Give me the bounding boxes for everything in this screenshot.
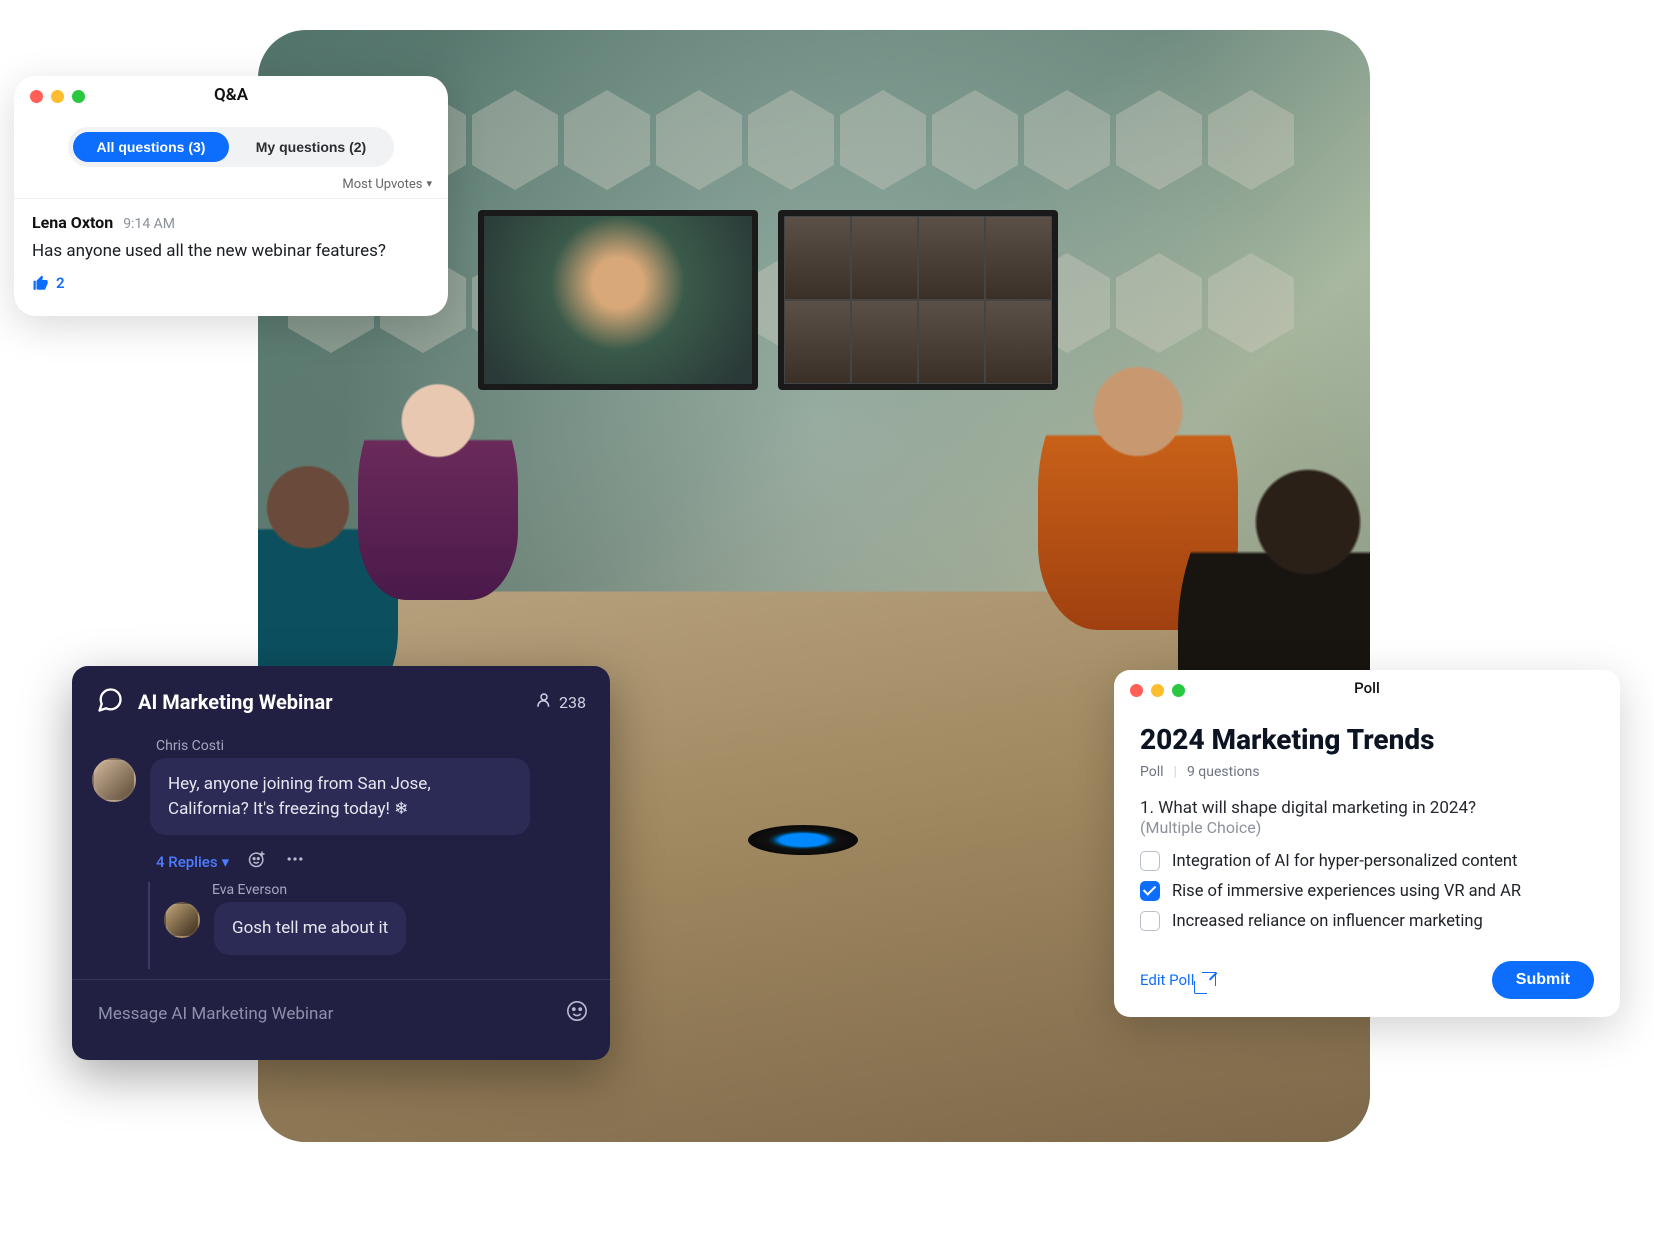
- poll-option-label: Rise of immersive experiences using VR a…: [1172, 882, 1521, 901]
- poll-subheading: Poll | 9 questions: [1140, 764, 1594, 780]
- chat-header: AI Marketing Webinar 238: [72, 666, 610, 732]
- qa-panel: Q&A All questions (3) My questions (2) M…: [14, 76, 448, 316]
- poll-question: 1. What will shape digital marketing in …: [1140, 798, 1594, 818]
- replies-label: 4 Replies: [156, 853, 218, 871]
- edit-poll-label: Edit Poll: [1140, 971, 1194, 989]
- chevron-down-icon: ▾: [426, 177, 432, 192]
- poll-type-label: Poll: [1140, 764, 1164, 780]
- wall-display-gallery: [778, 210, 1058, 390]
- sort-label: Most Upvotes: [342, 177, 422, 192]
- emoji-picker-button[interactable]: [566, 1000, 588, 1028]
- poll-option[interactable]: Increased reliance on influencer marketi…: [1140, 911, 1594, 931]
- poll-window-title: Poll: [1114, 679, 1620, 697]
- tab-all-questions[interactable]: All questions (3): [73, 132, 229, 162]
- message-sender: Eva Everson: [212, 882, 590, 898]
- participant-count-value: 238: [559, 693, 586, 712]
- poll-option-label: Integration of AI for hyper-personalized…: [1172, 852, 1517, 871]
- chat-bubble-icon: [96, 686, 124, 718]
- chevron-down-icon: ▾: [222, 853, 230, 871]
- external-link-icon: [1202, 972, 1216, 986]
- reply-thread: Eva Everson Gosh tell me about it: [148, 882, 590, 969]
- poll-option[interactable]: Rise of immersive experiences using VR a…: [1140, 881, 1594, 901]
- qa-author-name: Lena Oxton: [32, 213, 113, 232]
- qa-timestamp: 9:14 AM: [123, 216, 175, 232]
- poll-options: Integration of AI for hyper-personalized…: [1140, 851, 1594, 931]
- more-options-button[interactable]: [285, 849, 305, 874]
- upvote-count: 2: [56, 274, 65, 292]
- add-reaction-button[interactable]: [247, 849, 267, 874]
- checkbox-checked-icon: [1140, 881, 1160, 901]
- message-sender: Chris Costi: [156, 738, 590, 754]
- edit-poll-link[interactable]: Edit Poll: [1140, 971, 1216, 989]
- poll-option-label: Increased reliance on influencer marketi…: [1172, 912, 1483, 931]
- poll-heading: 2024 Marketing Trends: [1140, 723, 1594, 756]
- chat-panel: AI Marketing Webinar 238 Chris Costi Hey…: [72, 666, 610, 1060]
- submit-button[interactable]: Submit: [1492, 961, 1594, 999]
- wall-display-speaker: [478, 210, 758, 390]
- thumbs-up-icon: [32, 274, 50, 292]
- divider: |: [1174, 764, 1177, 780]
- message-composer[interactable]: Message AI Marketing Webinar: [72, 979, 610, 1060]
- person-icon: [535, 691, 553, 713]
- sort-dropdown[interactable]: Most Upvotes ▾: [14, 167, 448, 198]
- avatar[interactable]: [92, 758, 136, 802]
- poll-option[interactable]: Integration of AI for hyper-personalized…: [1140, 851, 1594, 871]
- poll-question-hint: (Multiple Choice): [1140, 818, 1594, 837]
- qa-window-title: Q&A: [14, 85, 448, 105]
- conference-mic-pod: [748, 825, 858, 855]
- avatar[interactable]: [164, 902, 200, 938]
- poll-question-count: 9 questions: [1187, 764, 1260, 780]
- checkbox-icon: [1140, 851, 1160, 871]
- message-actions: 4 Replies ▾: [156, 849, 590, 874]
- checkbox-icon: [1140, 911, 1160, 931]
- replies-toggle[interactable]: 4 Replies ▾: [156, 853, 229, 871]
- participant-silhouette: [358, 370, 518, 600]
- chat-message: Eva Everson Gosh tell me about it: [164, 882, 590, 955]
- upvote-button[interactable]: 2: [32, 274, 65, 292]
- message-bubble: Gosh tell me about it: [214, 902, 406, 955]
- chat-title: AI Marketing Webinar: [138, 690, 521, 714]
- chat-message: Chris Costi Hey, anyone joining from San…: [92, 738, 590, 969]
- composer-placeholder: Message AI Marketing Webinar: [98, 1004, 556, 1024]
- chat-thread: Chris Costi Hey, anyone joining from San…: [72, 738, 610, 979]
- tab-my-questions[interactable]: My questions (2): [233, 132, 389, 162]
- qa-tabs: All questions (3) My questions (2): [68, 127, 394, 167]
- message-bubble: Hey, anyone joining from San Jose, Calif…: [150, 758, 530, 835]
- participant-count[interactable]: 238: [535, 691, 586, 713]
- poll-panel: Poll 2024 Marketing Trends Poll | 9 ques…: [1114, 670, 1620, 1017]
- qa-question-text: Has anyone used all the new webinar feat…: [32, 240, 430, 264]
- qa-item: Lena Oxton 9:14 AM Has anyone used all t…: [14, 199, 448, 306]
